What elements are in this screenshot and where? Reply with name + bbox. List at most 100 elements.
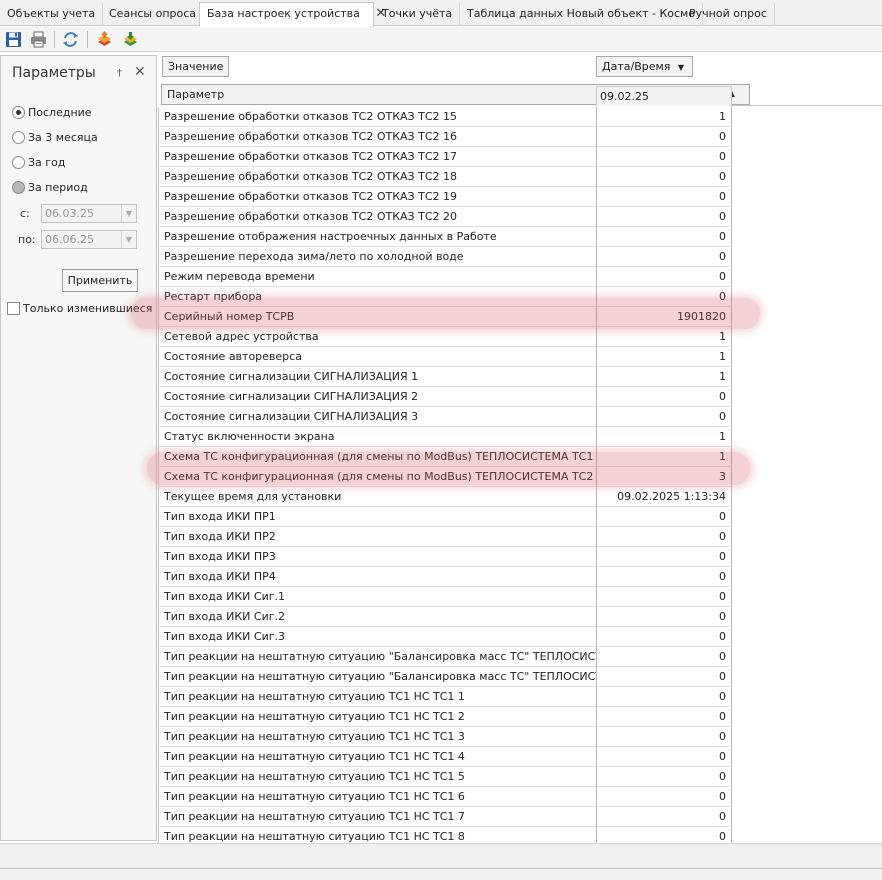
value-cell[interactable]: 0	[597, 787, 732, 807]
table-row[interactable]: Тип реакции на нештатную ситуацию ТС1 НС…	[158, 727, 732, 747]
value-cell[interactable]: 0	[597, 187, 732, 207]
table-row[interactable]: Тип реакции на нештатную ситуацию ТС1 НС…	[158, 767, 732, 787]
param-cell[interactable]: Тип входа ИКИ Сиг.2	[158, 607, 597, 627]
value-cell[interactable]: 0	[597, 727, 732, 747]
radio-latest[interactable]: Последние	[12, 105, 92, 121]
tab-data-table[interactable]: Таблица данных Новый объект - Космо	[460, 3, 704, 26]
table-row[interactable]: Статус включенности экрана 1	[158, 427, 732, 447]
table-row[interactable]: Режим перевода времени 0	[158, 267, 732, 287]
export-icon[interactable]	[121, 30, 140, 49]
value-cell[interactable]: 0	[597, 587, 732, 607]
table-row[interactable]: Тип реакции на нештатную ситуацию ТС1 НС…	[158, 787, 732, 807]
value-cell[interactable]: 1	[597, 427, 732, 447]
value-cell[interactable]: 0	[597, 687, 732, 707]
param-cell[interactable]: Режим перевода времени	[158, 267, 597, 287]
value-cell[interactable]: 0	[597, 567, 732, 587]
param-cell[interactable]: Состояние сигнализации СИГНАЛИЗАЦИЯ 3	[158, 407, 597, 427]
param-cell[interactable]: Состояние сигнализации СИГНАЛИЗАЦИЯ 1	[158, 367, 597, 387]
param-cell[interactable]: Разрешение обработки отказов ТС2 ОТКАЗ Т…	[158, 187, 597, 207]
value-cell[interactable]: 0	[597, 807, 732, 827]
value-cell[interactable]: 0	[597, 707, 732, 727]
tab-device-settings-db[interactable]: База настроек устройства ✕	[199, 2, 386, 27]
param-cell[interactable]: Тип входа ИКИ Сиг.1	[158, 587, 597, 607]
value-cell[interactable]: 1	[597, 347, 732, 367]
value-cell[interactable]: 0	[597, 767, 732, 787]
value-cell[interactable]: 09.02.2025 1:13:34	[597, 487, 732, 507]
table-row[interactable]: Разрешение обработки отказов ТС2 ОТКАЗ Т…	[158, 107, 732, 127]
group-value-button[interactable]: Значение	[162, 56, 229, 77]
table-row[interactable]: Разрешение обработки отказов ТС2 ОТКАЗ Т…	[158, 207, 732, 227]
param-cell[interactable]: Тип входа ИКИ ПР3	[158, 547, 597, 567]
import-icon[interactable]	[95, 30, 114, 49]
param-cell[interactable]: Тип реакции на нештатную ситуацию ТС1 НС…	[158, 787, 597, 807]
table-row[interactable]: Состояние автореверса 1	[158, 347, 732, 367]
table-row[interactable]: Разрешение отображения настроечных данны…	[158, 227, 732, 247]
param-cell[interactable]: Разрешение обработки отказов ТС2 ОТКАЗ Т…	[158, 107, 597, 127]
param-cell[interactable]: Разрешение обработки отказов ТС2 ОТКАЗ Т…	[158, 147, 597, 167]
date-column-header[interactable]: 09.02.25	[596, 86, 732, 106]
table-row[interactable]: Тип реакции на нештатную ситуацию ТС1 НС…	[158, 747, 732, 767]
table-row[interactable]: Разрешение обработки отказов ТС2 ОТКАЗ Т…	[158, 187, 732, 207]
table-row[interactable]: Разрешение обработки отказов ТС2 ОТКАЗ Т…	[158, 127, 732, 147]
table-row[interactable]: Тип реакции на нештатную ситуацию ТС1 НС…	[158, 687, 732, 707]
value-cell[interactable]: 0	[597, 527, 732, 547]
value-cell[interactable]: 0	[597, 547, 732, 567]
value-cell[interactable]: 0	[597, 127, 732, 147]
table-row[interactable]: Состояние сигнализации СИГНАЛИЗАЦИЯ 20	[158, 387, 732, 407]
param-cell[interactable]: Тип реакции на нештатную ситуацию "Балан…	[158, 647, 597, 667]
tab-metering-points[interactable]: Точки учёта	[375, 3, 461, 26]
table-row[interactable]: Сетевой адрес устройства 1	[158, 327, 732, 347]
value-cell[interactable]: 0	[597, 747, 732, 767]
param-cell[interactable]: Тип входа ИКИ ПР2	[158, 527, 597, 547]
only-changed-checkbox[interactable]	[7, 302, 20, 315]
table-row[interactable]: Тип входа ИКИ Сиг.1 0	[158, 587, 732, 607]
value-cell[interactable]: 1	[597, 327, 732, 347]
print-icon[interactable]	[29, 30, 48, 49]
value-cell[interactable]: 0	[597, 147, 732, 167]
value-cell[interactable]: 0	[597, 667, 732, 687]
value-cell[interactable]: 1	[597, 107, 732, 127]
radio-button[interactable]	[12, 181, 25, 194]
to-date-select[interactable]: 06.06.25 ▼	[41, 230, 137, 249]
table-row[interactable]: Текущее время для установки 09.02.2025 1:…	[158, 487, 732, 507]
param-cell[interactable]: Состояние сигнализации СИГНАЛИЗАЦИЯ 2	[158, 387, 597, 407]
value-cell[interactable]: 0	[597, 607, 732, 627]
param-cell[interactable]: Тип входа ИКИ ПР1	[158, 507, 597, 527]
value-cell[interactable]: 0	[597, 227, 732, 247]
table-row[interactable]: Состояние сигнализации СИГНАЛИЗАЦИЯ 11	[158, 367, 732, 387]
from-date-select[interactable]: 06.03.25 ▼	[41, 204, 137, 223]
param-cell[interactable]: Разрешение отображения настроечных данны…	[158, 227, 597, 247]
tab-manual-poll[interactable]: Ручной опрос	[682, 3, 775, 26]
tab-accounting-objects[interactable]: Объекты учета	[0, 3, 104, 26]
chevron-down-icon[interactable]: ▼	[121, 205, 136, 222]
radio-button[interactable]	[12, 106, 25, 119]
param-cell[interactable]: Тип реакции на нештатную ситуацию ТС1 НС…	[158, 687, 597, 707]
chevron-down-icon[interactable]: ▼	[121, 231, 136, 248]
param-cell[interactable]: Разрешение обработки отказов ТС2 ОТКАЗ Т…	[158, 207, 597, 227]
table-row[interactable]: Разрешение обработки отказов ТС2 ОТКАЗ Т…	[158, 167, 732, 187]
refresh-icon[interactable]	[61, 30, 80, 49]
param-cell[interactable]: Статус включенности экрана	[158, 427, 597, 447]
value-cell[interactable]: 1	[597, 367, 732, 387]
param-cell[interactable]: Тип входа ИКИ Сиг.3	[158, 627, 597, 647]
value-cell[interactable]: 0	[597, 167, 732, 187]
table-row[interactable]: Тип реакции на нештатную ситуацию "Балан…	[158, 667, 732, 687]
table-row[interactable]: Тип входа ИКИ ПР1 0	[158, 507, 732, 527]
radio-year[interactable]: За год	[12, 155, 65, 171]
close-icon[interactable]: ✕	[134, 64, 146, 80]
param-cell[interactable]: Сетевой адрес устройства	[158, 327, 597, 347]
param-cell[interactable]: Состояние автореверса	[158, 347, 597, 367]
radio-period[interactable]: За период	[12, 180, 88, 196]
radio-button[interactable]	[12, 156, 25, 169]
value-cell[interactable]: 0	[597, 247, 732, 267]
param-cell[interactable]: Тип реакции на нештатную ситуацию ТС1 НС…	[158, 707, 597, 727]
pin-icon[interactable]: †	[117, 68, 122, 79]
param-cell[interactable]: Тип входа ИКИ ПР4	[158, 567, 597, 587]
group-datetime-button[interactable]: Дата/Время ▼	[596, 56, 693, 77]
param-cell[interactable]: Тип реакции на нештатную ситуацию ТС1 НС…	[158, 727, 597, 747]
param-cell[interactable]: Тип реакции на нештатную ситуацию ТС1 НС…	[158, 767, 597, 787]
table-row[interactable]: Тип реакции на нештатную ситуацию ТС1 НС…	[158, 807, 732, 827]
value-cell[interactable]: 0	[597, 207, 732, 227]
table-row[interactable]: Тип входа ИКИ Сиг.3 0	[158, 627, 732, 647]
table-row[interactable]: Тип реакции на нештатную ситуацию "Балан…	[158, 647, 732, 667]
